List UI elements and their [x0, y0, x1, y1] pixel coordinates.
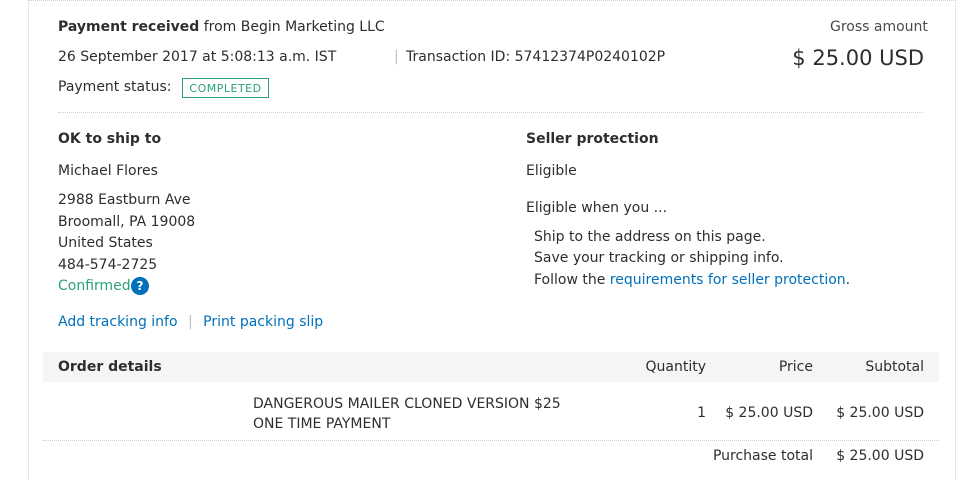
gross-amount-value: $ 25.00 USD: [792, 46, 924, 70]
seller-protection-intro: Eligible when you ...: [526, 200, 668, 216]
actions-separator: |: [188, 314, 193, 330]
payment-received-line: Payment received from Begin Marketing LL…: [58, 19, 385, 35]
subtotal-column-header: Subtotal: [865, 359, 924, 375]
address-line: United States: [58, 235, 153, 251]
ship-to-name: Michael Flores: [58, 163, 158, 179]
shipping-actions: Add tracking info | Print packing slip: [58, 314, 323, 330]
add-tracking-link[interactable]: Add tracking info: [58, 314, 178, 330]
follow-suffix: .: [845, 272, 851, 288]
payment-from-text: from Begin Marketing LLC: [203, 19, 385, 35]
ship-to-title: OK to ship to: [58, 131, 162, 147]
address-confirmed-label: Confirmed: [58, 278, 131, 294]
phone-number: 484-574-2725: [58, 257, 158, 273]
address-line: 2988 Eastburn Ave: [58, 192, 191, 208]
payment-status-label: Payment status:: [58, 79, 172, 95]
transaction-id: Transaction ID: 57412374P0240102P: [406, 49, 666, 65]
price-column-header: Price: [778, 359, 813, 375]
item-price: $ 25.00 USD: [725, 405, 813, 421]
purchase-total-label: Purchase total: [712, 448, 813, 464]
seller-protection-follow: Follow the requirements for seller prote…: [534, 272, 850, 288]
item-description-line2: ONE TIME PAYMENT: [253, 416, 391, 432]
seller-protection-status: Eligible: [526, 163, 577, 179]
address-line: Broomall, PA 19008: [58, 214, 196, 230]
status-badge: COMPLETED: [182, 78, 269, 98]
divider: [43, 440, 939, 441]
order-details-title: Order details: [58, 359, 162, 375]
divider: [58, 112, 924, 113]
follow-prefix: Follow the: [534, 272, 606, 288]
seller-protection-title: Seller protection: [526, 131, 659, 147]
purchase-total-value: $ 25.00 USD: [836, 448, 924, 464]
print-packing-slip-link[interactable]: Print packing slip: [203, 314, 323, 330]
header-separator: |: [394, 49, 399, 65]
seller-protection-requirements-link[interactable]: requirements for seller protection: [610, 272, 846, 288]
payment-received-label: Payment received: [58, 19, 200, 35]
gross-amount-label: Gross amount: [830, 19, 928, 35]
item-quantity: 1: [697, 405, 706, 421]
payment-datetime: 26 September 2017 at 5:08:13 a.m. IST: [58, 49, 337, 65]
seller-protection-item: Save your tracking or shipping info.: [534, 250, 784, 266]
quantity-column-header: Quantity: [645, 359, 707, 375]
item-subtotal: $ 25.00 USD: [836, 405, 924, 421]
seller-protection-item: Ship to the address on this page.: [534, 229, 766, 245]
help-icon[interactable]: ?: [131, 277, 149, 295]
item-description-line1: DANGEROUS MAILER CLONED VERSION $25: [253, 396, 561, 412]
